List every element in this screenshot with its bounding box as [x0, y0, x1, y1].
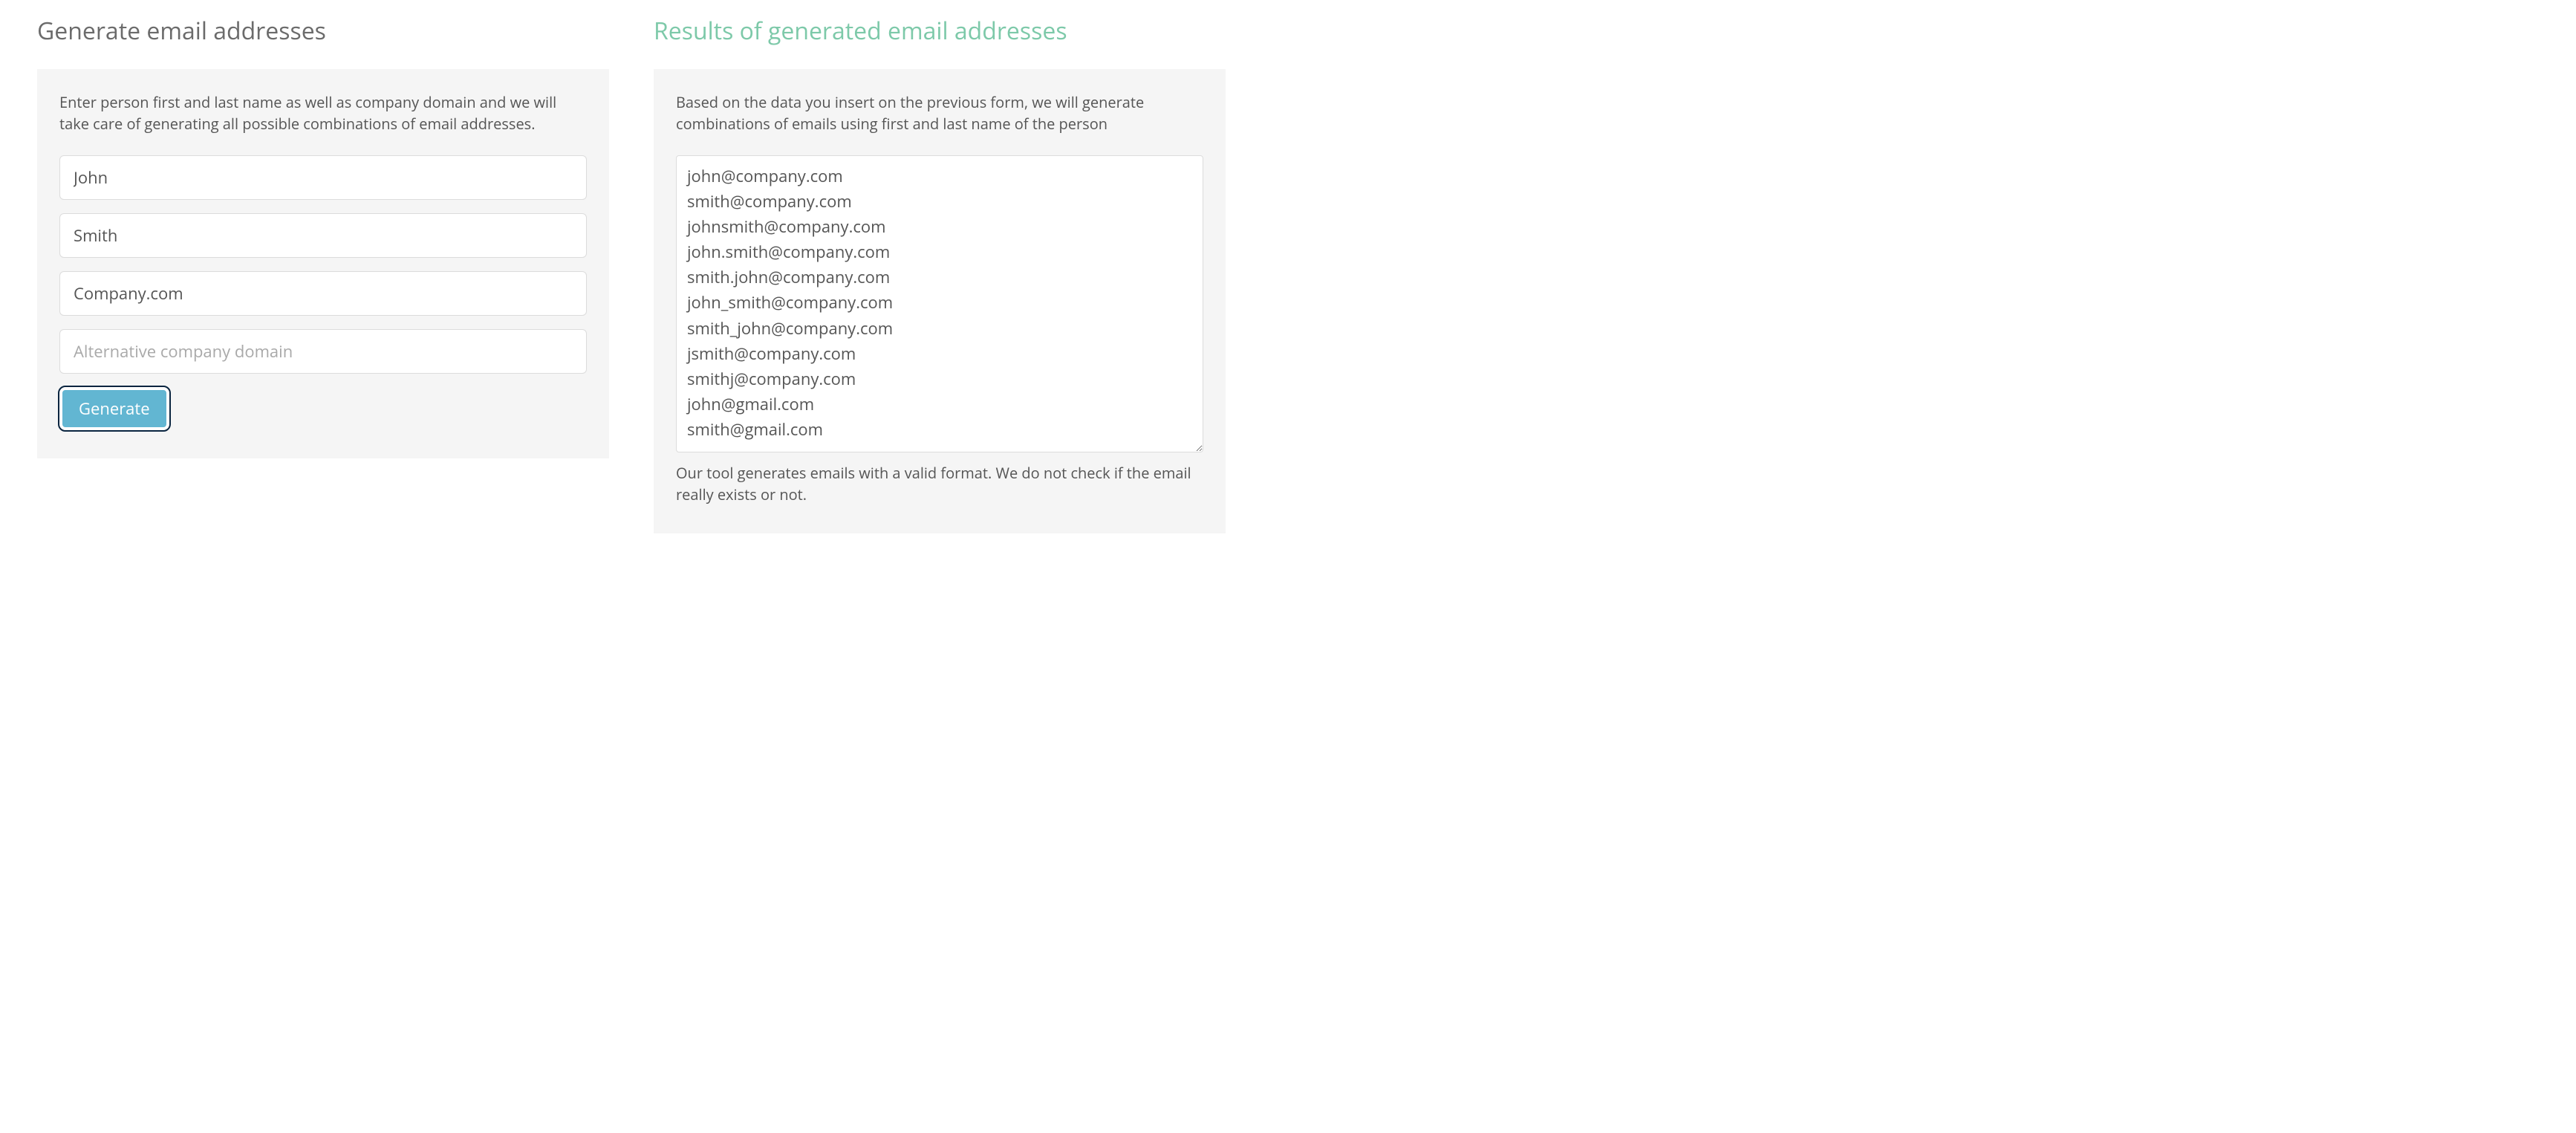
alt-domain-input[interactable]: [59, 329, 587, 374]
results-description: Based on the data you insert on the prev…: [676, 91, 1203, 134]
first-name-input[interactable]: [59, 155, 587, 200]
generate-button[interactable]: Generate: [59, 387, 169, 430]
generate-panel: Enter person first and last name as well…: [37, 69, 609, 458]
results-footnote: Our tool generates emails with a valid f…: [676, 462, 1203, 505]
results-panel: Based on the data you insert on the prev…: [654, 69, 1226, 533]
last-name-input[interactable]: [59, 213, 587, 258]
generate-heading: Generate email addresses: [37, 15, 609, 47]
company-domain-input[interactable]: [59, 271, 587, 316]
results-panel-column: Results of generated email addresses Bas…: [654, 15, 1226, 533]
results-heading: Results of generated email addresses: [654, 15, 1226, 47]
results-textarea[interactable]: [676, 155, 1203, 452]
generate-description: Enter person first and last name as well…: [59, 91, 587, 134]
generate-panel-column: Generate email addresses Enter person fi…: [37, 15, 609, 533]
